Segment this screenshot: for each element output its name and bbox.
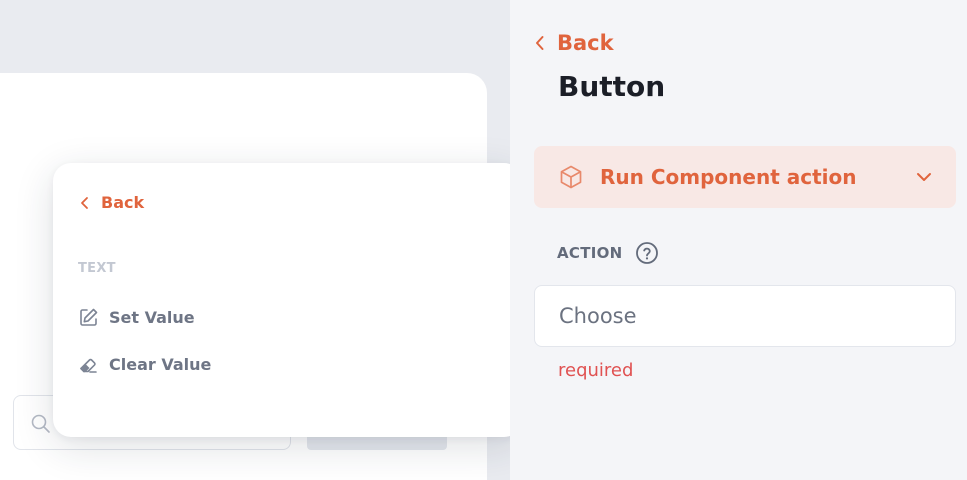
chevron-left-icon: [536, 36, 544, 50]
action-select-input[interactable]: Choose: [534, 285, 956, 347]
popup-back-label: Back: [101, 193, 145, 212]
eraser-icon: [80, 358, 97, 373]
cube-icon: [560, 165, 582, 189]
clear-value-label: Clear Value: [109, 355, 212, 374]
properties-panel: Back Button Run Component action ACTION …: [510, 0, 967, 480]
clear-value-item[interactable]: Clear Value: [78, 354, 211, 375]
action-field-label: ACTION: [557, 241, 659, 265]
search-icon: [31, 414, 50, 433]
help-icon[interactable]: [635, 241, 659, 265]
action-type-label: Run Component action: [600, 165, 857, 189]
edit-icon: [80, 308, 98, 326]
chevron-left-icon: [81, 196, 88, 209]
chevron-down-icon: [917, 173, 931, 181]
section-label-text: TEXT: [78, 261, 116, 276]
set-value-item[interactable]: Set Value: [78, 307, 195, 328]
action-label-text: ACTION: [557, 244, 623, 262]
action-type-dropdown[interactable]: Run Component action: [534, 146, 956, 208]
panel-back-button[interactable]: Back: [535, 31, 614, 55]
validation-message: required: [558, 360, 634, 381]
panel-back-label: Back: [557, 31, 614, 55]
popup-back-button[interactable]: Back: [79, 193, 144, 212]
set-value-label: Set Value: [109, 308, 195, 327]
panel-title: Button: [558, 70, 666, 103]
action-popup: Back TEXT Set Value Clear Value: [53, 163, 522, 437]
